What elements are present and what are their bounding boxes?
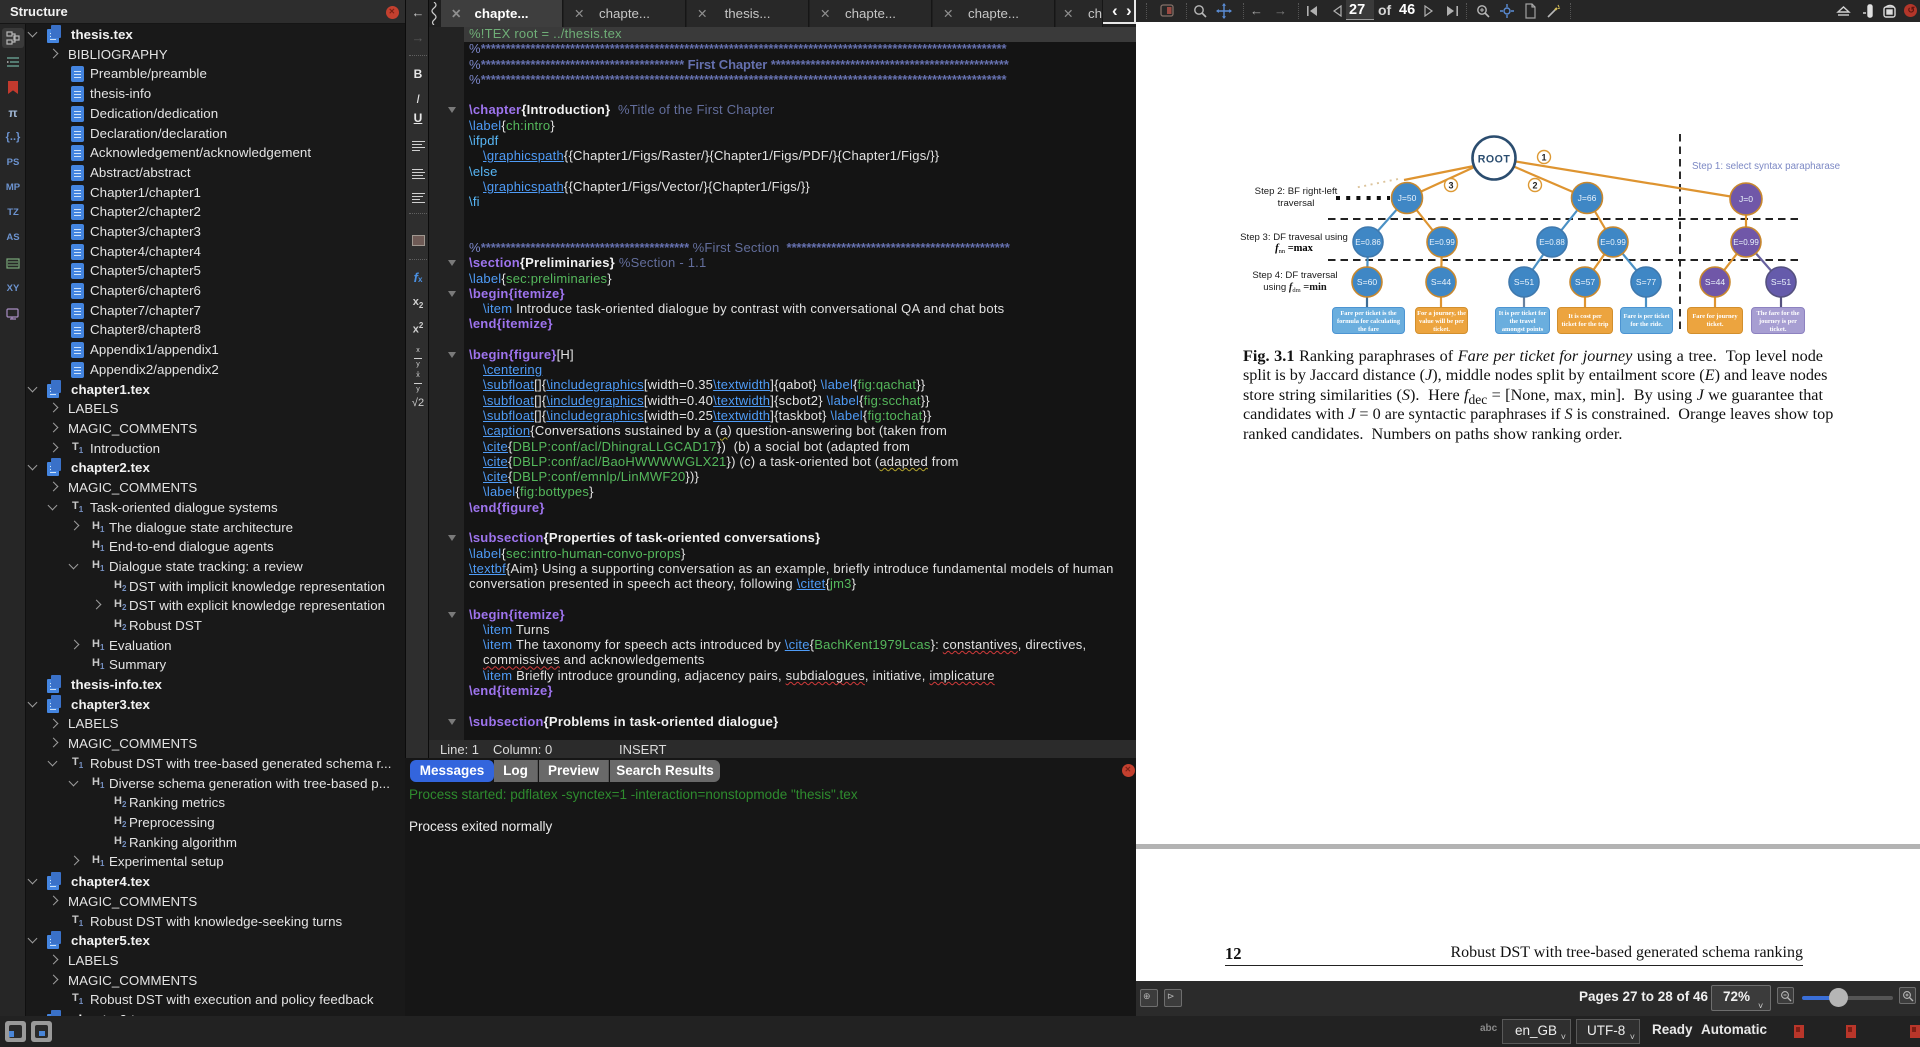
svg-text:S=57: S=57 — [1575, 277, 1596, 287]
svg-text:ROOT: ROOT — [1478, 154, 1511, 166]
svg-text:Step 2: BF right-left: Step 2: BF right-left — [1255, 186, 1338, 197]
svg-text:S=60: S=60 — [1357, 277, 1378, 287]
svg-text:S=44: S=44 — [1705, 277, 1726, 287]
svg-text:E=0.88: E=0.88 — [1539, 238, 1565, 247]
svg-text:traversal: traversal — [1278, 198, 1315, 209]
svg-text:1: 1 — [1541, 153, 1546, 163]
svg-text:E=0.99: E=0.99 — [1600, 238, 1626, 247]
svg-text:S=51: S=51 — [1771, 277, 1792, 287]
svg-text:S=77: S=77 — [1636, 277, 1657, 287]
svg-text:E=0.99: E=0.99 — [1733, 238, 1759, 247]
svg-text:E=0.86: E=0.86 — [1355, 238, 1381, 247]
svg-text:using fdm =min: using fdm =min — [1263, 282, 1327, 294]
svg-text:J=66: J=66 — [1578, 193, 1597, 203]
svg-text:Step 4: DF traversal: Step 4: DF traversal — [1252, 270, 1337, 281]
svg-text:2: 2 — [1532, 181, 1537, 191]
svg-text:S=51: S=51 — [1514, 277, 1535, 287]
svg-text:S=44: S=44 — [1431, 277, 1452, 287]
svg-text:E=0.99: E=0.99 — [1429, 238, 1455, 247]
svg-text:J=0: J=0 — [1739, 194, 1753, 204]
svg-text:Step 1: select syntax paraphar: Step 1: select syntax parapharase — [1692, 161, 1841, 172]
svg-text:Step 3: DF travesal using: Step 3: DF travesal using — [1240, 232, 1348, 243]
svg-text:J=50: J=50 — [1398, 193, 1417, 203]
svg-text:3: 3 — [1448, 181, 1453, 191]
svg-text:fnn =max: fnn =max — [1275, 243, 1314, 255]
